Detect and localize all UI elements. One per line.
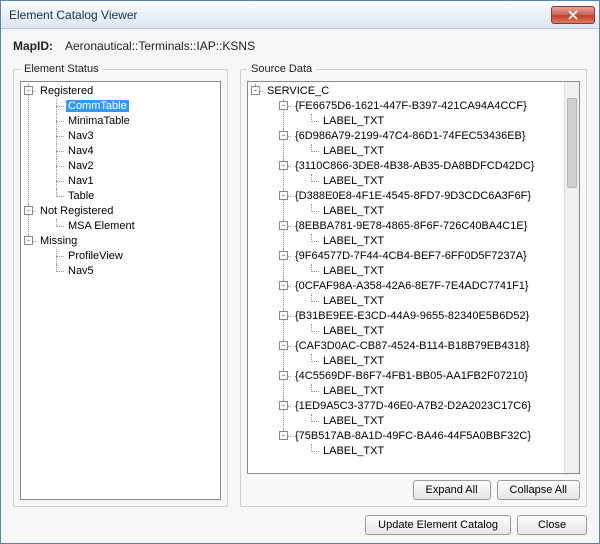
tree-guid[interactable]: {75B517AB-8A1D-49FC-BA46-44F5A0BBF32C} <box>293 430 533 442</box>
tree-item[interactable]: Nav4 <box>66 145 96 157</box>
panel-source-title: Source Data <box>247 63 316 75</box>
scrollbar[interactable] <box>564 82 579 473</box>
tree-toggle-icon[interactable]: - <box>279 161 288 170</box>
tree-toggle-icon[interactable]: - <box>279 311 288 320</box>
tree-toggle-icon[interactable]: - <box>279 221 288 230</box>
close-icon[interactable] <box>551 6 595 24</box>
update-catalog-button[interactable]: Update Element Catalog <box>365 515 511 535</box>
tree-leaf[interactable]: LABEL_TXT <box>321 235 386 247</box>
tree-guid[interactable]: {6D986A79-2199-47C4-86D1-74FEC53436EB} <box>293 130 528 142</box>
expand-all-button[interactable]: Expand All <box>413 480 491 500</box>
tree-toggle-icon[interactable]: - <box>24 206 33 215</box>
tree-guid[interactable]: {FE6675D6-1621-447F-B397-421CA94A4CCF} <box>293 100 529 112</box>
tree-guid[interactable]: {CAF3D0AC-CB87-4524-B114-B18B79EB4318} <box>293 340 532 352</box>
tree-item[interactable]: Nav1 <box>66 175 96 187</box>
tree-guid[interactable]: {3110C866-3DE8-4B38-AB35-DA8BDFCD42DC} <box>293 160 536 172</box>
mapid-label: MapID: <box>13 39 53 53</box>
close-button[interactable]: Close <box>517 515 587 535</box>
titlebar: Element Catalog Viewer <box>1 1 599 29</box>
tree-item[interactable]: MinimaTable <box>66 115 132 127</box>
tree-guid[interactable]: {8EBBA781-9E78-4865-8F6F-726C40BA4C1E} <box>293 220 529 232</box>
tree-toggle-icon[interactable]: - <box>279 401 288 410</box>
mapid-value: Aeronautical::Terminals::IAP::KSNS <box>65 39 255 53</box>
scrollbar-thumb[interactable] <box>567 98 577 188</box>
tree-leaf[interactable]: LABEL_TXT <box>321 145 386 157</box>
mapid-row: MapID: Aeronautical::Terminals::IAP::KSN… <box>13 39 587 53</box>
tree-leaf[interactable]: LABEL_TXT <box>321 415 386 427</box>
tree-item[interactable]: Nav5 <box>66 265 96 277</box>
tree-toggle-icon[interactable]: - <box>279 131 288 140</box>
tree-item[interactable]: MSA Element <box>66 220 137 232</box>
tree-guid[interactable]: {D388E0E8-4F1E-4545-8FD7-9D3CDC6A3F6F} <box>293 190 533 202</box>
panel-element-status: Element Status -RegisteredCommTableMinim… <box>13 63 228 507</box>
status-tree[interactable]: -RegisteredCommTableMinimaTableNav3Nav4N… <box>20 81 221 500</box>
tree-guid[interactable]: {4C5569DF-B6F7-4FB1-BB05-AA1FB2F07210} <box>293 370 530 382</box>
tree-leaf[interactable]: LABEL_TXT <box>321 445 386 457</box>
panel-status-title: Element Status <box>20 63 103 75</box>
tree-item[interactable]: Nav3 <box>66 130 96 142</box>
tree-toggle-icon[interactable]: - <box>279 191 288 200</box>
tree-guid[interactable]: {0CFAF98A-A358-42A6-8E7F-7E4ADC7741F1} <box>293 280 531 292</box>
dialog-window: Element Catalog Viewer MapID: Aeronautic… <box>0 0 600 544</box>
tree-toggle-icon[interactable]: - <box>279 341 288 350</box>
tree-leaf[interactable]: LABEL_TXT <box>321 385 386 397</box>
panels: Element Status -RegisteredCommTableMinim… <box>13 63 587 507</box>
panel-source-data: Source Data -SERVICE_C-{FE6675D6-1621-44… <box>240 63 587 507</box>
source-buttons: Expand All Collapse All <box>247 480 580 500</box>
tree-toggle-icon[interactable]: - <box>279 281 288 290</box>
tree-item[interactable]: CommTable <box>66 100 129 112</box>
tree-leaf[interactable]: LABEL_TXT <box>321 205 386 217</box>
tree-root[interactable]: SERVICE_C <box>265 85 331 97</box>
tree-group[interactable]: Not Registered <box>38 205 115 217</box>
tree-leaf[interactable]: LABEL_TXT <box>321 355 386 367</box>
tree-leaf[interactable]: LABEL_TXT <box>321 115 386 127</box>
tree-guid[interactable]: {9F64577D-7F44-4CB4-BEF7-6FF0D5F7237A} <box>293 250 529 262</box>
tree-leaf[interactable]: LABEL_TXT <box>321 265 386 277</box>
tree-group[interactable]: Missing <box>38 235 79 247</box>
tree-item[interactable]: ProfileView <box>66 250 125 262</box>
tree-toggle-icon[interactable]: - <box>279 101 288 110</box>
tree-toggle-icon[interactable]: - <box>279 431 288 440</box>
tree-item[interactable]: Table <box>66 190 96 202</box>
tree-guid[interactable]: {1ED9A5C3-377D-46E0-A7B2-D2A2023C17C6} <box>293 400 533 412</box>
tree-leaf[interactable]: LABEL_TXT <box>321 325 386 337</box>
tree-toggle-icon[interactable]: - <box>24 236 33 245</box>
window-title: Element Catalog Viewer <box>9 8 551 22</box>
tree-leaf[interactable]: LABEL_TXT <box>321 175 386 187</box>
collapse-all-button[interactable]: Collapse All <box>497 480 580 500</box>
tree-toggle-icon[interactable]: - <box>279 371 288 380</box>
tree-toggle-icon[interactable]: - <box>279 251 288 260</box>
tree-leaf[interactable]: LABEL_TXT <box>321 295 386 307</box>
dialog-buttons: Update Element Catalog Close <box>13 515 587 535</box>
dialog-body: MapID: Aeronautical::Terminals::IAP::KSN… <box>1 29 599 543</box>
tree-item[interactable]: Nav2 <box>66 160 96 172</box>
tree-group[interactable]: Registered <box>38 85 95 97</box>
source-tree[interactable]: -SERVICE_C-{FE6675D6-1621-447F-B397-421C… <box>247 81 580 474</box>
tree-toggle-icon[interactable]: - <box>24 86 33 95</box>
tree-guid[interactable]: {B31BE9EE-E3CD-44A9-9655-82340E5B6D52} <box>293 310 531 322</box>
tree-toggle-icon[interactable]: - <box>251 86 260 95</box>
